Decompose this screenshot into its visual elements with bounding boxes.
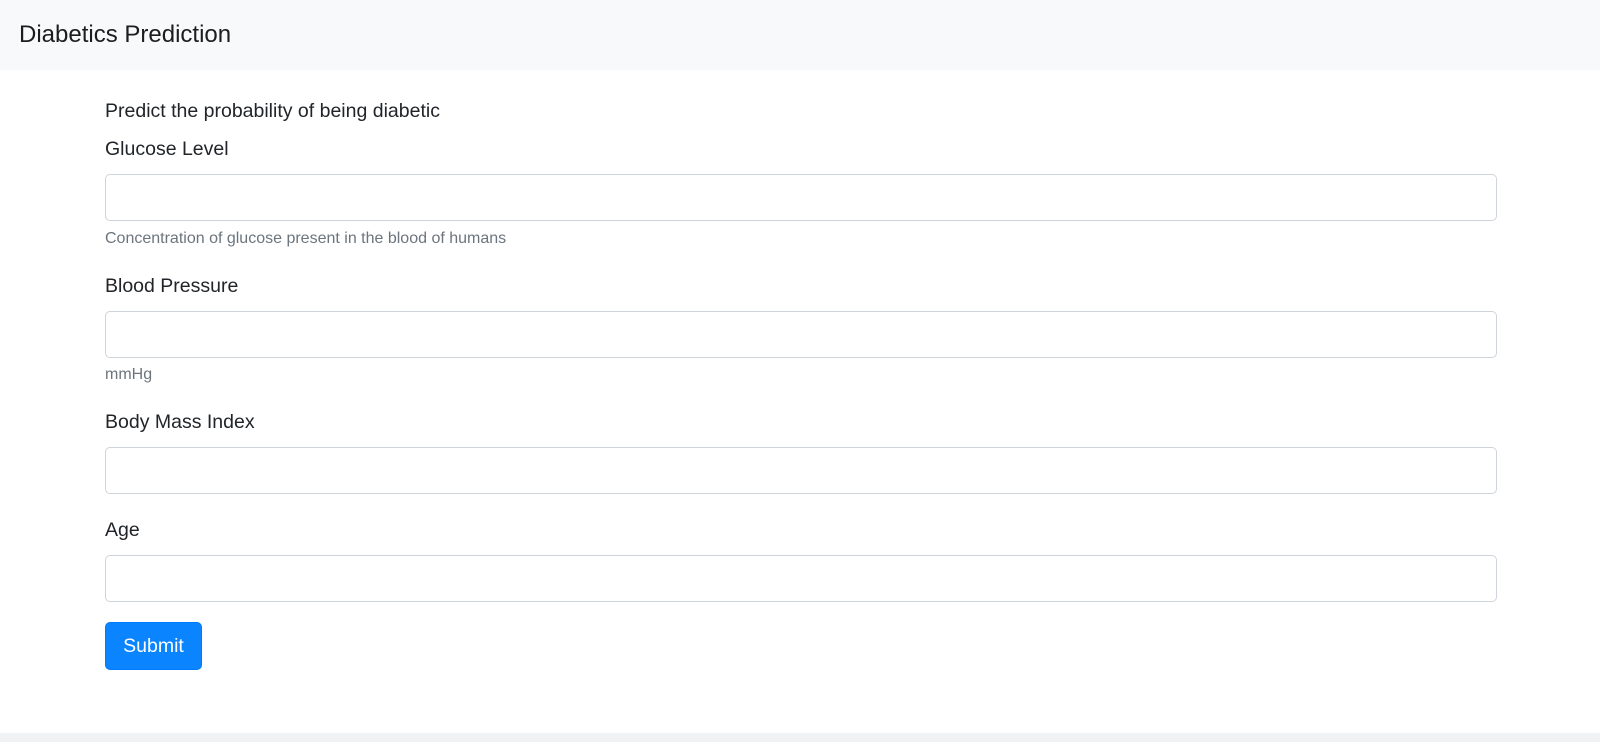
blood-pressure-input[interactable] xyxy=(105,311,1497,358)
age-input[interactable] xyxy=(105,555,1497,602)
navbar: Diabetics Prediction xyxy=(0,0,1600,70)
glucose-level-label: Glucose Level xyxy=(105,138,229,160)
blood-pressure-label: Blood Pressure xyxy=(105,275,239,297)
body-mass-index-input[interactable] xyxy=(105,447,1497,494)
bottom-strip xyxy=(0,733,1600,742)
submit-button[interactable]: Submit xyxy=(105,622,202,670)
age-label: Age xyxy=(105,519,140,541)
body-mass-index-label: Body Mass Index xyxy=(105,411,255,433)
glucose-level-input[interactable] xyxy=(105,174,1497,221)
glucose-level-help: Concentration of glucose present in the … xyxy=(105,230,507,247)
form-heading: Predict the probability of being diabeti… xyxy=(105,100,440,122)
navbar-brand[interactable]: Diabetics Prediction xyxy=(19,19,231,51)
blood-pressure-help: mmHg xyxy=(105,366,153,383)
